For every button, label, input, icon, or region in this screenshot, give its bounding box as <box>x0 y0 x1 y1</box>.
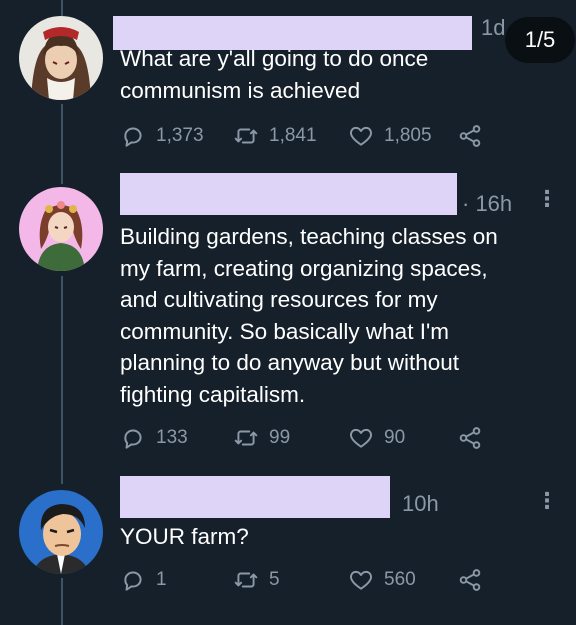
reply-button[interactable]: 133 <box>120 423 188 453</box>
retweet-button[interactable]: 5 <box>233 565 280 595</box>
avatar[interactable] <box>19 16 103 100</box>
thread-line <box>61 104 63 184</box>
reply-count: 1 <box>156 569 167 590</box>
like-button[interactable]: 90 <box>348 423 405 453</box>
thread-line <box>61 276 63 484</box>
heart-icon <box>350 570 372 590</box>
retweet-count: 99 <box>269 427 291 448</box>
like-count: 1,805 <box>384 125 432 146</box>
timestamp[interactable]: · 16h <box>462 191 512 217</box>
thread-line <box>61 0 63 16</box>
retweet-icon <box>234 430 258 446</box>
more-icon[interactable]: ⋮ <box>536 186 558 212</box>
reply-button[interactable]: 1,373 <box>120 121 204 151</box>
like-count: 560 <box>384 569 416 590</box>
avatar[interactable] <box>19 187 103 271</box>
retweet-count: 5 <box>269 569 280 590</box>
share-button[interactable] <box>457 423 493 453</box>
heart-icon <box>350 126 372 146</box>
avatar[interactable] <box>19 490 103 574</box>
share-button[interactable] <box>457 121 493 151</box>
reply-icon <box>124 429 142 449</box>
reply-icon <box>124 571 142 591</box>
retweet-icon <box>234 128 258 144</box>
retweet-button[interactable]: 99 <box>233 423 290 453</box>
like-button[interactable]: 1,805 <box>348 121 432 151</box>
redacted-username <box>120 476 390 518</box>
tweet-text: What are y'all going to do once communis… <box>120 46 429 103</box>
retweet-count: 1,841 <box>269 125 317 146</box>
redacted-username <box>120 173 457 215</box>
heart-icon <box>350 428 372 448</box>
retweet-icon <box>234 572 258 588</box>
reply-count: 133 <box>156 427 188 448</box>
reply-button[interactable]: 1 <box>120 565 167 595</box>
timestamp[interactable]: 1d <box>481 15 505 41</box>
share-button[interactable] <box>457 565 493 595</box>
share-icon <box>459 427 481 449</box>
timestamp[interactable]: 10h <box>402 491 439 517</box>
like-count: 90 <box>384 427 406 448</box>
reply-icon <box>124 127 142 147</box>
share-icon <box>459 569 481 591</box>
retweet-button[interactable]: 1,841 <box>233 121 317 151</box>
share-icon <box>459 125 481 147</box>
like-button[interactable]: 560 <box>348 565 416 595</box>
tweet-text: Building gardens, teaching classes on my… <box>120 224 498 407</box>
more-icon[interactable]: ⋮ <box>536 488 558 514</box>
thread-line <box>61 578 63 625</box>
tweet-text: YOUR farm? <box>120 524 249 549</box>
reply-count: 1,373 <box>156 125 204 146</box>
